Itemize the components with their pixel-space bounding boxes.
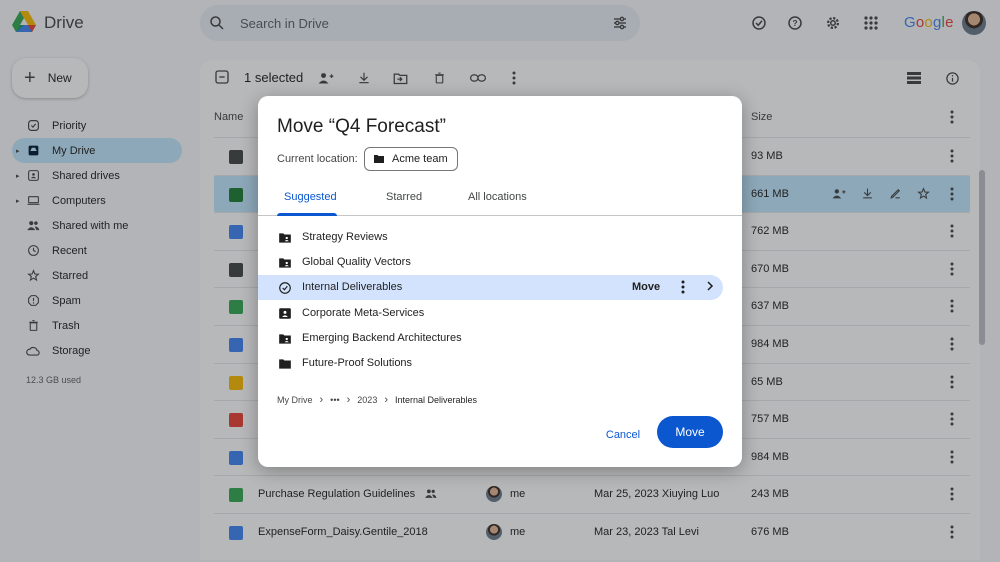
shared-folder-icon [278, 256, 292, 270]
folder-name: Internal Deliverables [302, 281, 403, 294]
current-location-chip[interactable]: Acme team [364, 147, 458, 171]
breadcrumb-current: Internal Deliverables [395, 395, 478, 405]
cancel-button[interactable]: Cancel [597, 423, 649, 447]
shared-folder-icon [278, 332, 292, 346]
current-location-label: Current location: [277, 153, 358, 165]
folder-name: Strategy Reviews [302, 231, 388, 243]
folder-icon [374, 155, 384, 163]
folder-list-item[interactable]: Global Quality Vectors [258, 250, 742, 275]
chevron-right-icon: › [384, 394, 388, 406]
folder-list-item[interactable]: Emerging Backend Architectures [258, 326, 742, 351]
folder-name: Emerging Backend Architectures [302, 331, 462, 344]
folder-list-item[interactable]: Strategy Reviews [258, 225, 742, 250]
shared-drive-icon [278, 307, 292, 321]
dialog-title: Move “Q4 Forecast” [277, 116, 446, 137]
tab-all-locations[interactable]: All locations [468, 191, 527, 203]
move-dialog: Move “Q4 Forecast” Current location: Acm… [258, 96, 742, 467]
tab-suggested[interactable]: Suggested [284, 191, 337, 203]
breadcrumb: My Drive › ••• › 2023 › Internal Deliver… [277, 394, 477, 406]
tab-starred[interactable]: Starred [386, 191, 422, 203]
breadcrumb-item[interactable]: 2023 [357, 395, 377, 405]
inline-move-button[interactable]: Move [632, 281, 660, 293]
breadcrumb-item[interactable]: My Drive [277, 395, 313, 405]
move-button[interactable]: Move [657, 416, 723, 448]
folder-list-item[interactable]: Corporate Meta-Services [258, 301, 742, 326]
chevron-right-icon[interactable] [705, 280, 715, 295]
more-options-icon[interactable] [680, 280, 686, 297]
chevron-right-icon: › [319, 394, 324, 406]
current-location-name: Acme team [392, 153, 448, 165]
folder-list-item[interactable]: Internal Deliverables Move [258, 275, 723, 301]
breadcrumb-overflow[interactable]: ••• [330, 395, 339, 405]
check-circle-icon [278, 281, 292, 295]
location-tabs: Suggested Starred All locations [258, 182, 742, 216]
folder-icon [278, 357, 292, 371]
folder-list-item[interactable]: Future-Proof Solutions [258, 351, 742, 376]
active-tab-indicator [277, 213, 337, 216]
folder-name: Corporate Meta-Services [302, 306, 425, 319]
folder-name: Global Quality Vectors [302, 256, 411, 269]
folder-name: Future-Proof Solutions [302, 357, 413, 369]
shared-folder-icon [278, 231, 292, 245]
chevron-right-icon: › [346, 394, 351, 406]
